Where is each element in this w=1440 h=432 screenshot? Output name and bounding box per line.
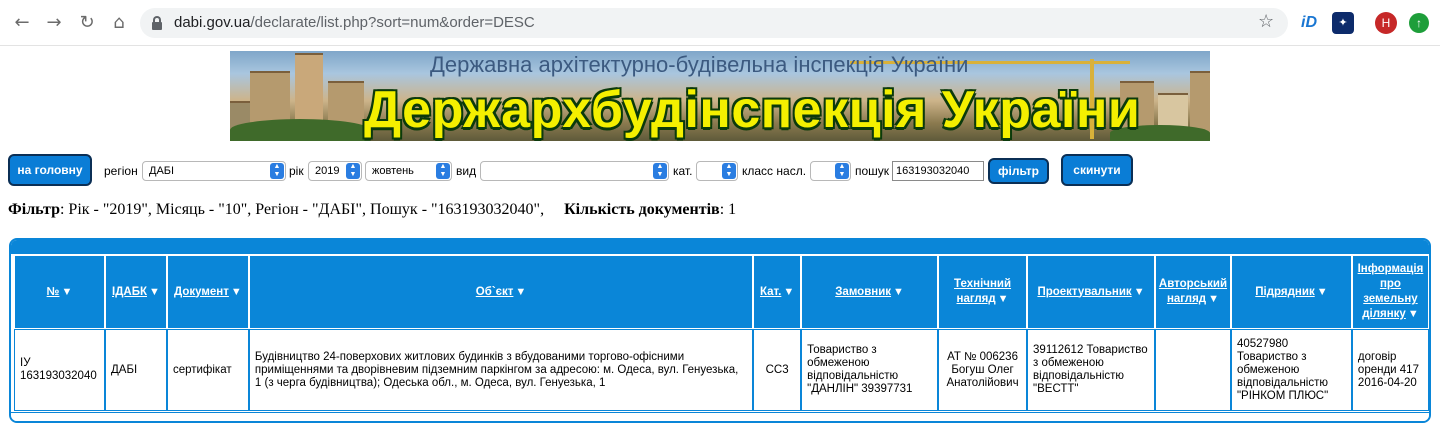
sort-down-icon[interactable]: ▼ <box>149 285 160 300</box>
sort-down-icon[interactable]: ▼ <box>231 285 242 300</box>
document-count-value: : 1 <box>719 201 737 218</box>
search-label: пошук <box>855 164 890 178</box>
column-header-idabk[interactable]: ІДАБК ▼ <box>104 255 167 329</box>
select-arrow-icon: ▲ ▼ <box>835 163 849 179</box>
consequence-class-select[interactable]: ▲ ▼ <box>810 161 851 181</box>
column-header-designer[interactable]: Проектувальник ▼ <box>1027 255 1155 329</box>
select-arrow-icon: ▲ ▼ <box>270 163 284 179</box>
year-select[interactable]: 2019 ▲ ▼ <box>308 161 362 181</box>
sort-down-icon[interactable]: ▼ <box>998 292 1009 307</box>
category-select[interactable]: ▲ ▼ <box>696 161 738 181</box>
extension-shield-icon[interactable]: ✦ <box>1332 12 1354 34</box>
cell-number: ІУ 163193032040 <box>14 329 105 411</box>
sort-down-icon[interactable]: ▼ <box>1208 292 1219 307</box>
forward-arrow-icon[interactable]: → <box>42 11 66 35</box>
cell-designer: 39112612 Товариство з обмеженою відповід… <box>1027 329 1155 411</box>
cell-idabk: ДАБІ <box>104 329 167 411</box>
consequence-class-label: класс насл. <box>742 164 807 178</box>
browser-toolbar: ← → ↻ ⌂ dabi.gov.ua/declarate/list.php?s… <box>0 0 1440 46</box>
sort-down-icon[interactable]: ▼ <box>1317 285 1328 300</box>
results-table: № ▼ ІДАБК ▼ Документ ▼ Об`єкт ▼ Кат. ▼ Замовн… <box>14 255 1429 411</box>
document-count-label: Кількість документів <box>564 201 720 218</box>
address-bar[interactable]: dabi.gov.ua/declarate/list.php?sort=num&… <box>140 8 1288 38</box>
banner-title: Держархбудінспекція України <box>364 81 1141 139</box>
profile-avatar[interactable]: H <box>1375 12 1397 34</box>
lock-icon <box>152 16 162 30</box>
type-label: вид <box>456 164 477 178</box>
column-header-contractor[interactable]: Підрядник ▼ <box>1230 255 1352 329</box>
table-row: ІУ 163193032040 ДАБІ сертифікат Будівниц… <box>14 329 1429 411</box>
cell-tech-supervision: АТ № 006236 Богуш Олег Анатолійович <box>938 329 1028 411</box>
sort-down-icon[interactable]: ▼ <box>783 285 794 300</box>
cell-customer: Товариство з обмеженою відповідальністю … <box>801 329 939 411</box>
search-input[interactable]: 163193032040 <box>892 161 984 181</box>
extension-id-icon[interactable]: iD <box>1298 12 1320 34</box>
url-text[interactable]: dabi.gov.ua/declarate/list.php?sort=num&… <box>174 14 535 31</box>
column-header-object[interactable]: Об`єкт ▼ <box>248 255 754 329</box>
column-header-number[interactable]: № ▼ <box>14 255 105 329</box>
select-arrow-icon: ▲ ▼ <box>653 163 667 179</box>
sort-down-icon[interactable]: ▼ <box>1134 285 1145 300</box>
year-label: рік <box>289 164 304 178</box>
reload-icon[interactable]: ↻ <box>75 11 99 35</box>
filter-summary-label: Фільтр <box>8 201 60 218</box>
filter-summary-text: : Рік - "2019", Місяць - "10", Регіон - … <box>59 201 545 218</box>
results-table-container: № ▼ ІДАБК ▼ Документ ▼ Об`єкт ▼ Кат. ▼ Замовн… <box>9 238 1431 423</box>
cell-category: СС3 <box>753 329 802 411</box>
back-arrow-icon[interactable]: ← <box>10 11 34 35</box>
column-header-document[interactable]: Документ ▼ <box>166 255 249 329</box>
region-select[interactable]: ДАБІ ▲ ▼ <box>142 161 286 181</box>
update-arrow-icon[interactable]: ↑ <box>1409 13 1429 33</box>
reset-button[interactable]: скинути <box>1061 154 1133 186</box>
region-label: регіон <box>104 164 138 178</box>
cell-object: Будівництво 24-поверхових житлових будин… <box>248 329 754 411</box>
type-select[interactable]: ▲ ▼ <box>480 161 669 181</box>
sort-down-icon[interactable]: ▼ <box>893 285 904 300</box>
column-header-author-supervision[interactable]: Авторський нагляд ▼ <box>1154 255 1231 329</box>
table-header-row: № ▼ ІДАБК ▼ Документ ▼ Об`єкт ▼ Кат. ▼ Замовн… <box>14 255 1429 329</box>
banner-subtitle: Державна архітектурно-будівельна інспекц… <box>430 52 969 77</box>
cell-land-info: договір оренди 417 2016-04-20 <box>1351 329 1429 411</box>
home-button[interactable]: на головну <box>8 154 92 186</box>
cell-document: сертифікат <box>166 329 249 411</box>
cell-contractor: 40527980 Товариство з обмеженою відповід… <box>1230 329 1352 411</box>
sort-down-icon[interactable]: ▼ <box>515 285 526 300</box>
month-select[interactable]: жовтень ▲ ▼ <box>365 161 452 181</box>
column-header-land-info[interactable]: Інформація про земельну ділянку ▼ <box>1351 255 1429 329</box>
site-banner: Державна архітектурно-будівельна інспекц… <box>230 51 1210 141</box>
home-icon[interactable]: ⌂ <box>107 11 131 35</box>
sort-down-icon[interactable]: ▼ <box>1408 307 1419 322</box>
column-header-customer[interactable]: Замовник ▼ <box>801 255 939 329</box>
bookmark-star-icon[interactable]: ☆ <box>1258 11 1274 32</box>
select-arrow-icon: ▲ ▼ <box>722 163 736 179</box>
select-arrow-icon: ▲ ▼ <box>346 163 360 179</box>
select-arrow-icon: ▲ ▼ <box>436 163 450 179</box>
filter-button[interactable]: фільтр <box>988 158 1049 184</box>
filter-summary: Фільтр: Рік - "2019", Місяць - "10", Рег… <box>8 201 736 219</box>
category-label: кат. <box>673 164 693 178</box>
column-header-category[interactable]: Кат. ▼ <box>753 255 802 329</box>
cell-author-supervision <box>1154 329 1231 411</box>
sort-down-icon[interactable]: ▼ <box>61 285 72 300</box>
column-header-tech-supervision[interactable]: Технічний нагляд ▼ <box>938 255 1028 329</box>
